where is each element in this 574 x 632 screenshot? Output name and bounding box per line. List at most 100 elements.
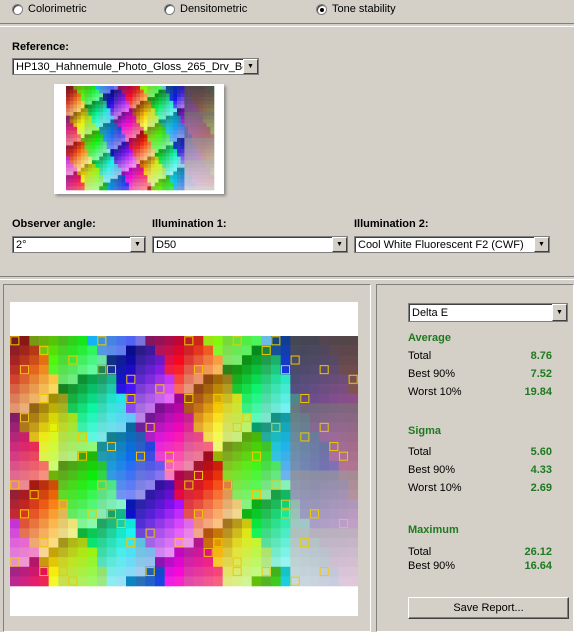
patch [210, 152, 215, 157]
patch [114, 186, 119, 191]
mode-tone-stability[interactable]: Tone stability [316, 3, 396, 15]
patch [203, 509, 214, 519]
patch [128, 112, 133, 117]
save-report-button[interactable]: Save Report... [408, 597, 569, 619]
patch [84, 178, 89, 183]
patch [69, 171, 74, 176]
middle-separator [0, 276, 574, 280]
patch [199, 130, 204, 135]
chevron-down-icon[interactable]: ▼ [534, 237, 549, 252]
patch [280, 412, 291, 423]
patch [48, 345, 59, 356]
patch [165, 138, 170, 143]
patch [203, 528, 214, 539]
patch [97, 509, 107, 519]
patch [319, 451, 330, 462]
row-label: Total [408, 350, 432, 362]
reference-select[interactable]: HP130_Hahnemule_Photo_Gloss_265_Drv_Be ▼ [12, 58, 259, 75]
illum2-label: Illumination 2: [354, 218, 429, 230]
patch [169, 89, 174, 94]
chevron-down-icon[interactable]: ▼ [332, 237, 347, 252]
patch [188, 182, 193, 187]
patch [154, 149, 159, 154]
patch [84, 164, 89, 169]
mode-densitometric[interactable]: Densitometric [164, 3, 247, 15]
patch [77, 186, 82, 191]
patch [66, 182, 70, 187]
patch [184, 171, 189, 176]
patch [29, 557, 40, 568]
patch [91, 149, 96, 154]
patch [147, 97, 152, 102]
patch [164, 557, 175, 568]
chevron-down-icon[interactable]: ▼ [552, 304, 567, 321]
patch [184, 557, 194, 568]
patch [169, 186, 174, 191]
patch [103, 130, 107, 135]
patch [251, 557, 262, 568]
patch [73, 175, 78, 180]
patch [169, 134, 174, 139]
patch [58, 345, 69, 356]
patch [195, 123, 200, 128]
illum2-select[interactable]: Cool White Fluorescent F2 (CWF) ▼ [354, 236, 550, 253]
radio-icon[interactable] [164, 3, 175, 15]
chevron-down-icon[interactable]: ▼ [130, 237, 145, 252]
patch [103, 149, 107, 154]
patch [191, 138, 196, 143]
patch [203, 422, 214, 433]
patch [195, 97, 200, 102]
patch [213, 499, 223, 510]
patch [19, 518, 30, 529]
illum1-select[interactable]: D50 ▼ [152, 236, 348, 253]
patch [191, 178, 196, 183]
patch [110, 145, 115, 150]
patch [191, 171, 196, 176]
patch [319, 384, 330, 394]
patch [165, 145, 170, 150]
patch [213, 547, 223, 558]
patch [261, 374, 272, 385]
patch [106, 470, 117, 481]
patch [195, 100, 200, 105]
patch [132, 104, 137, 109]
patch [261, 384, 272, 394]
patch [162, 115, 167, 120]
patch [210, 138, 215, 143]
chevron-down-icon[interactable]: ▼ [243, 59, 258, 74]
patch [242, 355, 252, 366]
patch [97, 470, 107, 481]
mode-colorimetric[interactable]: Colorimetric [12, 3, 87, 15]
patch [125, 182, 130, 187]
patch [140, 89, 144, 94]
patch [165, 171, 170, 176]
patch [180, 178, 185, 183]
patch [280, 432, 291, 443]
radio-icon[interactable] [12, 3, 23, 15]
patch [58, 336, 69, 346]
patch [106, 152, 111, 157]
patch [77, 374, 88, 385]
patch [80, 178, 85, 183]
patch [164, 364, 175, 375]
patch [348, 451, 359, 462]
patch [173, 145, 178, 150]
patch [121, 126, 126, 131]
patch [84, 145, 89, 150]
radio-icon[interactable] [316, 3, 327, 15]
patch [116, 528, 127, 539]
patch [203, 470, 214, 481]
patch [110, 119, 115, 124]
patch [180, 167, 185, 172]
patch [114, 149, 119, 154]
patch [177, 152, 181, 157]
patch [154, 97, 159, 102]
patch [251, 461, 262, 471]
patch [19, 461, 30, 471]
patch [114, 164, 119, 169]
observer-select[interactable]: 2° ▼ [12, 236, 146, 253]
metric-select[interactable]: Delta E ▼ [408, 303, 568, 322]
patch [125, 119, 130, 124]
patch [309, 489, 320, 500]
patch [180, 86, 185, 91]
